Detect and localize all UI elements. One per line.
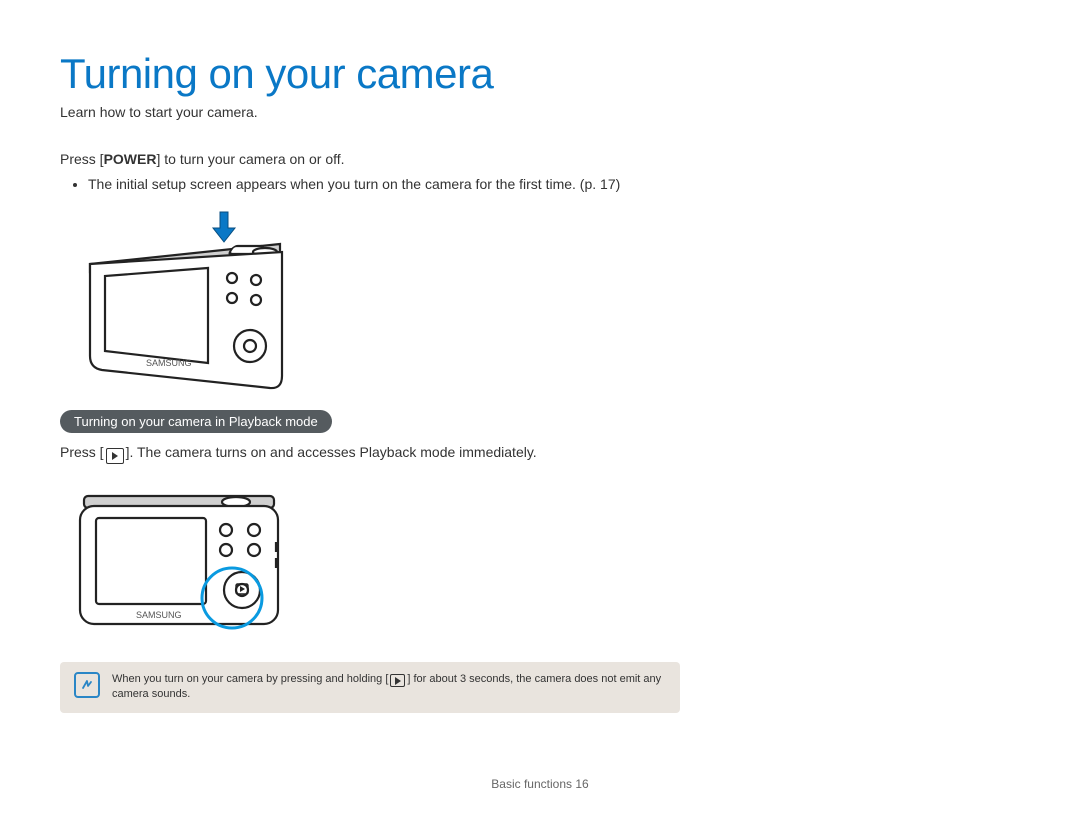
playback-icon	[106, 448, 124, 464]
camera-diagram-iso: SAMSUNG	[60, 206, 1020, 396]
page-footer: Basic functions 16	[0, 777, 1080, 791]
power-pre: Press [	[60, 151, 104, 167]
power-instruction: Press [POWER] to turn your camera on or …	[60, 150, 1020, 170]
playback-instruction: Press [ ]. The camera turns on and access…	[60, 443, 1020, 464]
playback-pre: Press [	[60, 444, 104, 460]
power-arrow-icon	[213, 212, 235, 242]
note-box: When you turn on your camera by pressing…	[60, 662, 680, 713]
playback-heading-pill: Turning on your camera in Playback mode	[60, 410, 332, 433]
power-bold: POWER	[104, 151, 157, 167]
page-subtitle: Learn how to start your camera.	[60, 104, 1020, 120]
note-icon	[74, 672, 100, 698]
playback-icon-small	[390, 674, 405, 687]
brand-label-2: SAMSUNG	[136, 610, 182, 620]
page-title: Turning on your camera	[60, 50, 1020, 98]
bullet-item-1: The initial setup screen appears when yo…	[88, 174, 1020, 194]
footer-section: Basic functions	[491, 777, 575, 791]
note-pre: When you turn on your camera by pressing…	[112, 673, 388, 685]
power-post: ] to turn your camera on or off.	[156, 151, 344, 167]
bullet-list: The initial setup screen appears when yo…	[60, 174, 1020, 194]
footer-page-number: 16	[575, 777, 588, 791]
playback-post: ]. The camera turns on and accesses Play…	[126, 444, 537, 460]
note-text: When you turn on your camera by pressing…	[112, 672, 666, 703]
manual-page: Turning on your camera Learn how to star…	[0, 0, 1080, 815]
brand-label: SAMSUNG	[146, 358, 192, 368]
camera-diagram-rear: SAMSUNG	[60, 478, 1020, 648]
